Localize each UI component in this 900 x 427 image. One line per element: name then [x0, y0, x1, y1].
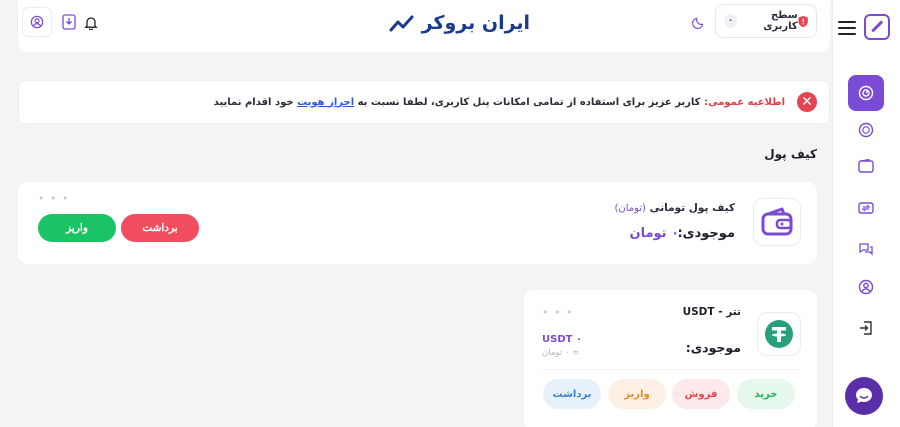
more-options-icon[interactable]: • • • — [38, 192, 69, 205]
usdt-deposit-button[interactable]: واریز — [608, 379, 666, 409]
coin-icon — [858, 122, 874, 138]
user-level-label: سطح کاربری — [763, 10, 798, 32]
user-circle-icon — [30, 15, 44, 29]
sidebar-item-markets[interactable] — [848, 112, 884, 148]
sidebar-item-transactions[interactable] — [848, 190, 884, 226]
usdt-withdraw-button[interactable]: برداشت — [543, 379, 601, 409]
app-logo-icon[interactable] — [864, 14, 890, 40]
wallet-name: کیف پول تومانی (تومان) — [614, 202, 735, 214]
shield-icon — [798, 15, 808, 27]
usdt-title: تتر - USDT — [682, 306, 741, 318]
user-circle-icon — [858, 279, 874, 295]
sell-button[interactable]: فروش — [672, 379, 730, 409]
divider — [542, 369, 799, 370]
chat-icon — [859, 243, 873, 256]
top-header: ایران بروکر سطح کاربری ۰ — [18, 0, 830, 52]
usdt-amount: USDT ۰ — [542, 334, 583, 345]
brand-logo[interactable]: ایران بروکر — [389, 12, 531, 34]
bell-icon — [84, 16, 98, 30]
toman-wallet-card: کیف پول تومانی (تومان) موجودی: ۰ تومان •… — [18, 182, 817, 264]
sidebar-item-dashboard[interactable] — [848, 75, 884, 111]
gauge-icon — [858, 85, 874, 101]
wallet-unit-note: (تومان) — [614, 203, 646, 214]
moon-icon — [691, 17, 703, 29]
chart-trend-icon — [389, 15, 414, 31]
sidebar-item-support[interactable] — [848, 231, 884, 267]
live-chat-button[interactable] — [845, 377, 883, 415]
user-level-value: ۰ — [724, 14, 738, 28]
logout-icon — [860, 321, 872, 335]
brand-name: ایران بروکر — [421, 12, 531, 34]
usdt-wallet-card: تتر - USDT موجودی: USDT ۰ ≈ ۰ تومان • • … — [524, 290, 817, 427]
tether-logo-icon — [757, 312, 801, 356]
wallet-icon — [858, 159, 874, 173]
sidebar — [832, 0, 900, 427]
page-title: کیف پول — [764, 147, 817, 161]
wallet-name-text: کیف پول تومانی — [649, 202, 735, 214]
sidebar-item-wallet[interactable] — [848, 148, 884, 184]
chat-bubble-icon — [856, 388, 872, 403]
notice-body: کاربر عزیز برای استفاده از تمامی امکانات… — [354, 96, 704, 108]
user-level-badge[interactable]: سطح کاربری ۰ — [715, 4, 817, 38]
close-notice-icon[interactable]: ✕ — [797, 92, 817, 112]
theme-toggle-button[interactable] — [684, 7, 712, 37]
identity-verification-link[interactable]: احراز هویت — [297, 97, 354, 108]
notifications-button[interactable] — [78, 7, 104, 37]
notice-lead: اطلاعیه عمومی: — [703, 96, 785, 108]
withdraw-button[interactable]: برداشت — [121, 214, 199, 242]
usdt-toman-equivalent: ≈ ۰ تومان — [542, 348, 580, 358]
sidebar-item-logout[interactable] — [848, 310, 884, 346]
general-notice: اطلاعیه عمومی: کاربر عزیز برای استفاده ا… — [18, 80, 830, 124]
balance-label: موجودی: — [677, 226, 735, 241]
notice-text: اطلاعیه عمومی: کاربر عزیز برای استفاده ا… — [214, 97, 785, 108]
usdt-balance-label: موجودی: — [685, 340, 741, 355]
download-icon — [62, 14, 76, 30]
deposit-button[interactable]: واریز — [38, 214, 116, 242]
profile-button[interactable] — [22, 7, 52, 37]
wallet-icon — [753, 198, 801, 246]
usdt-more-options-icon[interactable]: • • • — [542, 306, 573, 319]
notice-body-end: خود اقدام نمایید — [213, 96, 298, 108]
balance-value: ۰ تومان — [629, 226, 679, 241]
sidebar-item-profile[interactable] — [848, 269, 884, 305]
buy-button[interactable]: خرید — [737, 379, 795, 409]
exchange-icon — [858, 202, 874, 214]
menu-icon[interactable] — [838, 21, 856, 35]
